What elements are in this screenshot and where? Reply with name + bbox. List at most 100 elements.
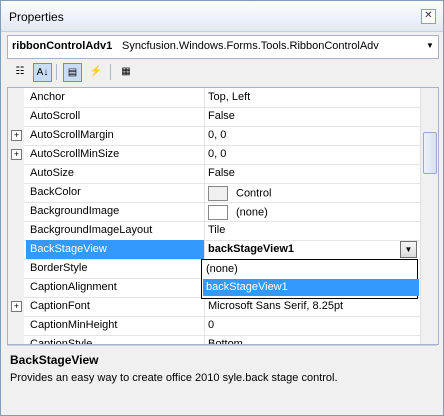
property-row-captionstyle[interactable]: CaptionStyle Bottom <box>8 335 438 345</box>
dropdown-item-none[interactable]: (none) <box>203 261 419 278</box>
toolbar-separator <box>110 64 111 80</box>
backstageview-dropdown-list: (none) backStageView1 <box>201 259 419 299</box>
object-type: Syncfusion.Windows.Forms.Tools.RibbonCon… <box>122 40 379 52</box>
property-name: AutoScroll <box>30 110 81 122</box>
property-value[interactable]: Microsoft Sans Serif, 8.25pt <box>208 300 402 312</box>
row-margin <box>8 240 24 259</box>
property-value[interactable]: Tile <box>208 224 402 236</box>
property-row-captionfont[interactable]: + CaptionFont Microsoft Sans Serif, 8.25pt <box>8 297 438 317</box>
property-value-text: Tile <box>208 224 226 236</box>
row-margin: + <box>8 145 24 164</box>
column-divider <box>204 202 205 221</box>
property-name: CaptionAlignment <box>30 281 117 293</box>
property-name: AutoSize <box>30 167 75 179</box>
property-value-text: False <box>208 167 235 179</box>
property-name: BorderStyle <box>30 262 88 274</box>
property-row-backstageview[interactable]: BackStageView backStageView1 ▼ <box>8 240 438 260</box>
help-title: BackStageView <box>10 353 99 367</box>
column-divider <box>204 183 205 202</box>
object-selector[interactable]: ribbonControlAdv1 Syncfusion.Windows.For… <box>7 35 439 59</box>
column-divider <box>204 88 205 107</box>
property-value[interactable]: 0, 0 <box>208 148 402 160</box>
properties-icon[interactable]: ▤ <box>63 63 82 82</box>
row-margin <box>8 164 24 183</box>
property-name: BackgroundImage <box>30 205 120 217</box>
events-icon[interactable]: ⚡ <box>87 63 105 81</box>
property-value-text: 0, 0 <box>208 148 227 160</box>
row-margin <box>8 278 24 297</box>
row-margin <box>8 221 24 240</box>
color-swatch <box>208 205 228 220</box>
expand-icon[interactable]: + <box>11 301 22 312</box>
scrollbar-thumb[interactable] <box>423 132 437 174</box>
property-value-text: Control <box>236 187 272 200</box>
row-margin <box>8 316 24 335</box>
property-value-text: 0, 0 <box>208 129 227 141</box>
title-bar: Properties ✕ <box>1 1 443 32</box>
property-pages-icon[interactable]: ▦ <box>117 63 135 81</box>
dropdown-arrow-icon[interactable]: ▼ <box>400 241 417 258</box>
property-value[interactable]: backStageView1 <box>208 243 402 255</box>
chevron-down-icon[interactable]: ▼ <box>424 39 436 53</box>
property-row-autoscrollminsize[interactable]: + AutoScrollMinSize 0, 0 <box>8 145 438 165</box>
column-divider <box>204 316 205 335</box>
row-margin <box>8 88 24 107</box>
property-value[interactable]: 0 <box>208 319 402 331</box>
property-row-autoscroll[interactable]: AutoScroll False <box>8 107 438 127</box>
properties-window: Properties ✕ ribbonControlAdv1 Syncfusio… <box>0 0 444 416</box>
object-name: ribbonControlAdv1 <box>12 40 113 52</box>
close-icon[interactable]: ✕ <box>421 9 436 24</box>
property-value[interactable]: False <box>208 167 402 179</box>
window-title: Properties <box>9 10 64 24</box>
column-divider <box>204 126 205 145</box>
expand-icon[interactable]: + <box>11 130 22 141</box>
property-value-text: False <box>208 110 235 122</box>
column-divider <box>204 221 205 240</box>
row-margin: + <box>8 297 24 316</box>
categorized-icon[interactable]: ☷ <box>11 63 29 81</box>
vertical-scrollbar[interactable] <box>420 88 438 344</box>
property-grid: Anchor Top, Left AutoScroll False + AutoScrol… <box>7 87 439 345</box>
property-row-captionminheight[interactable]: CaptionMinHeight 0 <box>8 316 438 336</box>
row-margin: + <box>8 126 24 145</box>
property-name: AutoScrollMargin <box>30 129 114 141</box>
property-value[interactable]: Control <box>208 186 402 201</box>
toolbar: ☷ A↓ ▤ ⚡ ▦ <box>7 61 437 85</box>
property-name: AutoScrollMinSize <box>30 148 120 160</box>
property-value[interactable]: Top, Left <box>208 91 402 103</box>
property-value-text: 0 <box>208 319 215 331</box>
row-margin <box>8 183 24 202</box>
property-value[interactable]: (none) <box>208 205 402 220</box>
color-swatch <box>208 186 228 201</box>
row-margin <box>8 202 24 221</box>
property-row-anchor[interactable]: Anchor Top, Left <box>8 88 438 108</box>
property-value-text: (none) <box>236 206 268 219</box>
property-row-backgroundimage[interactable]: BackgroundImage (none) <box>8 202 438 222</box>
property-value[interactable]: False <box>208 110 402 122</box>
alphabetical-icon[interactable]: A↓ <box>33 63 52 82</box>
column-divider <box>204 240 205 259</box>
property-row-autosize[interactable]: AutoSize False <box>8 164 438 184</box>
property-name: BackStageView <box>26 240 204 259</box>
property-name: CaptionStyle <box>30 338 93 345</box>
property-value[interactable]: 0, 0 <box>208 129 402 141</box>
column-divider <box>204 164 205 183</box>
column-divider <box>204 335 205 344</box>
property-row-backcolor[interactable]: BackColor Control <box>8 183 438 203</box>
property-name: BackColor <box>30 186 81 198</box>
column-divider <box>204 297 205 316</box>
property-name: BackgroundImageLayout <box>30 224 153 236</box>
help-pane: BackStageView Provides an easy way to cr… <box>7 345 437 408</box>
help-description: Provides an easy way to create office 20… <box>10 372 338 384</box>
property-value-text: backStageView1 <box>208 243 295 255</box>
property-row-autoscrollmargin[interactable]: + AutoScrollMargin 0, 0 <box>8 126 438 146</box>
column-divider <box>204 107 205 126</box>
dropdown-item-backstageview1[interactable]: backStageView1 <box>203 279 419 296</box>
property-value[interactable]: Bottom <box>208 338 402 344</box>
row-margin <box>8 259 24 278</box>
property-name: CaptionFont <box>30 300 90 312</box>
property-value-text: Microsoft Sans Serif, 8.25pt <box>208 300 344 312</box>
expand-icon[interactable]: + <box>11 149 22 160</box>
property-name: Anchor <box>30 91 65 103</box>
property-row-backgroundimagelayout[interactable]: BackgroundImageLayout Tile <box>8 221 438 241</box>
